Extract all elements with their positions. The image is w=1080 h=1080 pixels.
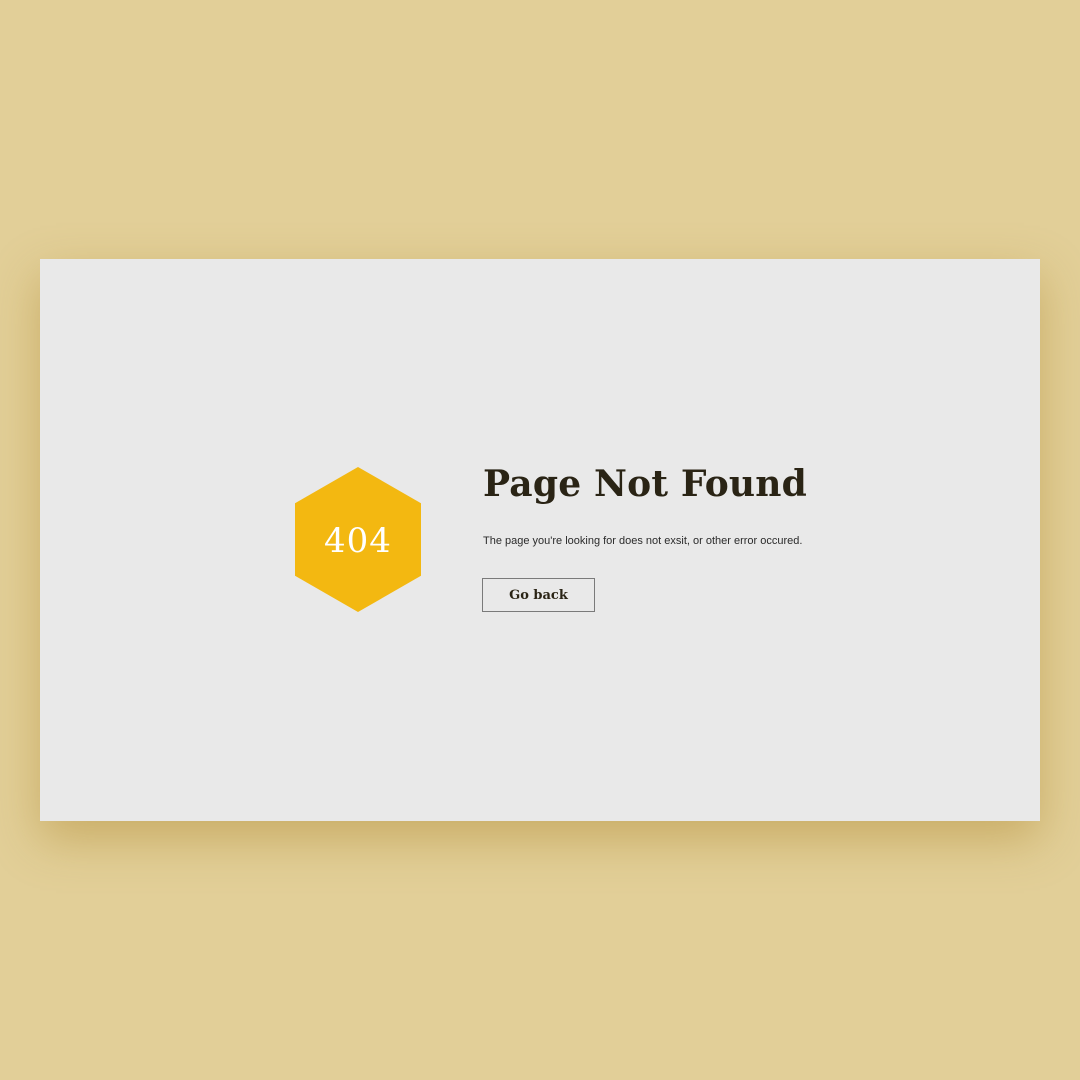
hexagon-badge: 404	[295, 467, 421, 612]
page-title: Page Not Found	[483, 463, 808, 505]
error-card: 404 Page Not Found The page you're looki…	[40, 259, 1040, 821]
error-code: 404	[324, 520, 392, 561]
error-message: The page you're looking for does not exs…	[483, 535, 803, 547]
go-back-button[interactable]: Go back	[482, 578, 595, 612]
